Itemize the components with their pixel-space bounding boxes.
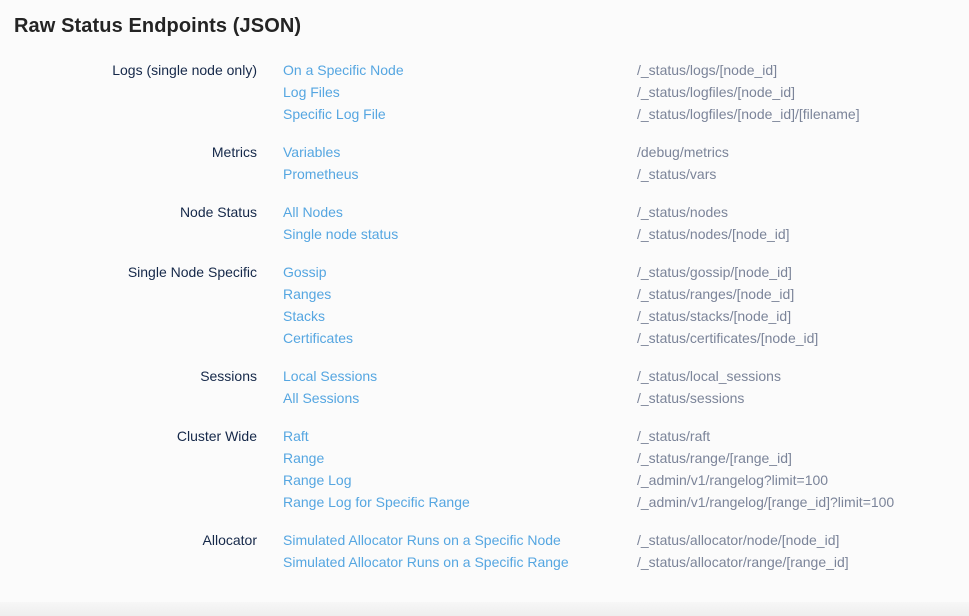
endpoint-link[interactable]: Gossip: [283, 261, 637, 283]
endpoint-path: /_status/vars: [637, 163, 969, 185]
endpoint-group: Cluster Wide Raft /_status/raft Range /_…: [0, 425, 969, 513]
endpoint-row: Local Sessions /_status/local_sessions: [283, 365, 969, 387]
endpoint-group: Sessions Local Sessions /_status/local_s…: [0, 365, 969, 409]
group-rows: On a Specific Node /_status/logs/[node_i…: [283, 59, 969, 125]
endpoint-link[interactable]: Certificates: [283, 327, 637, 349]
group-rows: Gossip /_status/gossip/[node_id] Ranges …: [283, 261, 969, 349]
endpoint-path: /_status/allocator/range/[range_id]: [637, 551, 969, 573]
endpoint-row: Range Log /_admin/v1/rangelog?limit=100: [283, 469, 969, 491]
endpoint-link[interactable]: Range: [283, 447, 637, 469]
endpoint-link[interactable]: All Nodes: [283, 201, 637, 223]
endpoint-row: Log Files /_status/logfiles/[node_id]: [283, 81, 969, 103]
endpoint-link[interactable]: Local Sessions: [283, 365, 637, 387]
endpoint-row: Variables /debug/metrics: [283, 141, 969, 163]
endpoint-link[interactable]: All Sessions: [283, 387, 637, 409]
group-category: Cluster Wide: [0, 425, 257, 447]
endpoint-row: Gossip /_status/gossip/[node_id]: [283, 261, 969, 283]
endpoint-link[interactable]: Range Log: [283, 469, 637, 491]
endpoint-row: Ranges /_status/ranges/[node_id]: [283, 283, 969, 305]
endpoint-path: /_status/gossip/[node_id]: [637, 261, 969, 283]
endpoint-path: /_status/logfiles/[node_id]/[filename]: [637, 103, 969, 125]
endpoint-link[interactable]: Stacks: [283, 305, 637, 327]
endpoint-group: Logs (single node only) On a Specific No…: [0, 59, 969, 125]
endpoint-link[interactable]: Prometheus: [283, 163, 637, 185]
section-divider-band: [0, 602, 969, 616]
endpoint-row: Simulated Allocator Runs on a Specific N…: [283, 529, 969, 551]
endpoint-row: All Sessions /_status/sessions: [283, 387, 969, 409]
endpoint-path: /_status/nodes: [637, 201, 969, 223]
endpoint-row: Range /_status/range/[range_id]: [283, 447, 969, 469]
endpoint-path: /_status/stacks/[node_id]: [637, 305, 969, 327]
group-category: Sessions: [0, 365, 257, 387]
group-rows: Simulated Allocator Runs on a Specific N…: [283, 529, 969, 573]
endpoint-link[interactable]: Simulated Allocator Runs on a Specific R…: [283, 551, 637, 573]
group-category: Node Status: [0, 201, 257, 223]
group-rows: Raft /_status/raft Range /_status/range/…: [283, 425, 969, 513]
endpoint-row: Simulated Allocator Runs on a Specific R…: [283, 551, 969, 573]
endpoint-path: /_status/allocator/node/[node_id]: [637, 529, 969, 551]
endpoint-row: Raft /_status/raft: [283, 425, 969, 447]
endpoint-link[interactable]: Ranges: [283, 283, 637, 305]
endpoint-link[interactable]: Simulated Allocator Runs on a Specific N…: [283, 529, 637, 551]
endpoint-path: /debug/metrics: [637, 141, 969, 163]
endpoint-path: /_status/raft: [637, 425, 969, 447]
group-category: Allocator: [0, 529, 257, 551]
endpoint-link[interactable]: Log Files: [283, 81, 637, 103]
endpoint-path: /_status/ranges/[node_id]: [637, 283, 969, 305]
endpoint-row: All Nodes /_status/nodes: [283, 201, 969, 223]
endpoint-path: /_admin/v1/rangelog?limit=100: [637, 469, 969, 491]
endpoint-row: Specific Log File /_status/logfiles/[nod…: [283, 103, 969, 125]
endpoint-link[interactable]: Single node status: [283, 223, 637, 245]
endpoint-group: Metrics Variables /debug/metrics Prometh…: [0, 141, 969, 185]
endpoint-path: /_status/logfiles/[node_id]: [637, 81, 969, 103]
page-title: Raw Status Endpoints (JSON): [14, 13, 969, 39]
group-category: Metrics: [0, 141, 257, 163]
group-rows: Variables /debug/metrics Prometheus /_st…: [283, 141, 969, 185]
endpoint-link[interactable]: On a Specific Node: [283, 59, 637, 81]
endpoint-path: /_status/sessions: [637, 387, 969, 409]
endpoint-row: Single node status /_status/nodes/[node_…: [283, 223, 969, 245]
debug-endpoints-page: Raw Status Endpoints (JSON) Logs (single…: [0, 13, 969, 616]
endpoint-path: /_status/logs/[node_id]: [637, 59, 969, 81]
endpoint-row: On a Specific Node /_status/logs/[node_i…: [283, 59, 969, 81]
group-category: Logs (single node only): [0, 59, 257, 81]
group-category: Single Node Specific: [0, 261, 257, 283]
endpoint-group: Node Status All Nodes /_status/nodes Sin…: [0, 201, 969, 245]
endpoint-row: Stacks /_status/stacks/[node_id]: [283, 305, 969, 327]
endpoints-table: Logs (single node only) On a Specific No…: [0, 59, 969, 573]
endpoint-link[interactable]: Specific Log File: [283, 103, 637, 125]
endpoint-link[interactable]: Variables: [283, 141, 637, 163]
endpoint-row: Prometheus /_status/vars: [283, 163, 969, 185]
endpoint-path: /_status/local_sessions: [637, 365, 969, 387]
endpoint-row: Range Log for Specific Range /_admin/v1/…: [283, 491, 969, 513]
endpoint-group: Single Node Specific Gossip /_status/gos…: [0, 261, 969, 349]
endpoint-path: /_status/range/[range_id]: [637, 447, 969, 469]
endpoint-group: Allocator Simulated Allocator Runs on a …: [0, 529, 969, 573]
endpoint-link[interactable]: Raft: [283, 425, 637, 447]
endpoint-path: /_status/nodes/[node_id]: [637, 223, 969, 245]
endpoint-path: /_status/certificates/[node_id]: [637, 327, 969, 349]
group-rows: Local Sessions /_status/local_sessions A…: [283, 365, 969, 409]
group-rows: All Nodes /_status/nodes Single node sta…: [283, 201, 969, 245]
endpoint-row: Certificates /_status/certificates/[node…: [283, 327, 969, 349]
endpoint-link[interactable]: Range Log for Specific Range: [283, 491, 637, 513]
endpoint-path: /_admin/v1/rangelog/[range_id]?limit=100: [637, 491, 969, 513]
